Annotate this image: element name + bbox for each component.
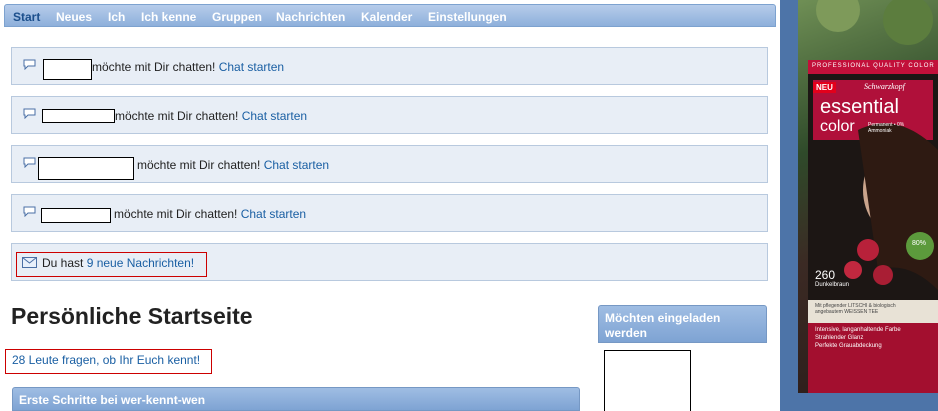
nav-item-neues[interactable]: Neues — [56, 10, 92, 24]
chat-bubble-icon — [23, 206, 36, 217]
ad-blurb: Mit pflegender LITSCHI & biologisch ange… — [815, 303, 896, 315]
page-title: Persönliche Startseite — [11, 303, 253, 329]
first-steps-title: Erste Schritte bei wer-kennt-wen — [19, 393, 206, 407]
nav-item-start[interactable]: Start — [13, 10, 40, 24]
messages-highlight — [16, 252, 207, 277]
people-suggestions-link[interactable]: 28 Leute fragen, ob Ihr Euch kennt! — [12, 353, 200, 367]
invite-photo-placeholder[interactable] — [604, 350, 691, 411]
ad-shade-name: Dunkelbraun — [815, 282, 850, 288]
start-chat-link[interactable]: Chat starten — [264, 158, 329, 172]
invite-panel-header: Möchten eingeladen werden — [598, 305, 767, 343]
redacted-username — [38, 157, 134, 180]
nav-item-nachrichten[interactable]: Nachrichten — [276, 10, 345, 24]
ad-bottom-lines: Intensive, langanhaltende Farbe Strahlen… — [815, 326, 901, 350]
ad-top-text: PROFESSIONAL QUALITY COLOR — [812, 63, 935, 69]
start-chat-link[interactable]: Chat starten — [219, 60, 284, 74]
ad-bottom-line: Perfekte Grauabdeckung — [815, 343, 882, 349]
advertisement-banner[interactable]: PROFESSIONAL QUALITY COLOR NEU Schwarzko… — [798, 0, 938, 393]
nav-item-ich[interactable]: Ich — [108, 10, 125, 24]
chat-request-text: möchte mit Dir chatten! — [114, 207, 238, 221]
main-navigation: Start Neues Ich Ich kenne Gruppen Nachri… — [4, 4, 776, 27]
chat-request-text: möchte mit Dir chatten! — [92, 60, 216, 74]
ad-seal: 80% — [912, 240, 927, 247]
ad-subtitle: Permanent • 0% Ammoniak — [868, 122, 905, 134]
ad-bottom-line: Intensive, langanhaltende Farbe — [815, 327, 901, 333]
chat-bubble-icon — [23, 108, 36, 119]
first-steps-header[interactable]: Erste Schritte bei wer-kennt-wen — [12, 387, 580, 411]
nav-item-einstellungen[interactable]: Einstellungen — [428, 10, 507, 24]
ad-shade-number: 260 — [815, 268, 836, 282]
invite-panel-title: Möchten eingeladen werden — [605, 311, 721, 340]
redacted-username — [42, 109, 115, 123]
nav-item-gruppen[interactable]: Gruppen — [212, 10, 262, 24]
chat-request-text: möchte mit Dir chatten! — [115, 109, 239, 123]
ad-product-name: essential — [820, 96, 899, 118]
start-chat-link[interactable]: Chat starten — [241, 207, 306, 221]
ad-bottom-line: Strahlender Glanz — [815, 335, 864, 341]
start-chat-link[interactable]: Chat starten — [242, 109, 307, 123]
redacted-username — [41, 208, 111, 223]
chat-bubble-icon — [23, 157, 36, 168]
chat-notice: möchte mit Dir chatten! Chat starten — [11, 194, 768, 232]
chat-notice: möchte mit Dir chatten! Chat starten — [11, 47, 768, 85]
redacted-username — [43, 59, 92, 80]
nav-item-kalender[interactable]: Kalender — [361, 10, 412, 24]
chat-notice: möchte mit Dir chatten! Chat starten — [11, 145, 768, 183]
ad-brand: Schwarzkopf — [864, 82, 905, 91]
ad-product-name-2: color — [820, 118, 855, 135]
ad-new-badge: NEU — [813, 82, 836, 93]
chat-bubble-icon — [23, 59, 36, 70]
nav-item-ich-kenne[interactable]: Ich kenne — [141, 10, 196, 24]
chat-request-text: möchte mit Dir chatten! — [137, 158, 261, 172]
chat-notice: möchte mit Dir chatten! Chat starten — [11, 96, 768, 134]
